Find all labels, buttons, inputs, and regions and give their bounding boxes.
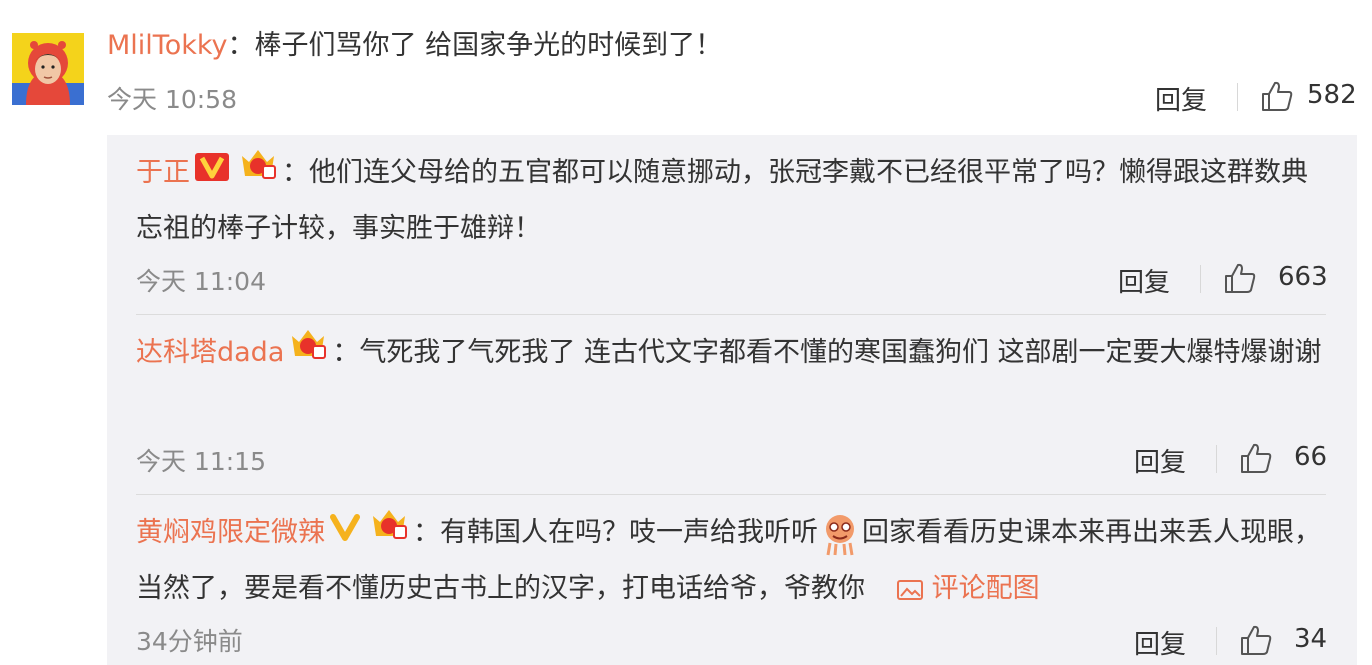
main-comment-time: 今天 10:58 bbox=[107, 85, 237, 114]
thumbs-up-icon[interactable] bbox=[1239, 623, 1273, 657]
image-icon bbox=[896, 579, 923, 600]
avatar-image bbox=[12, 33, 84, 105]
reply-2-time: 今天 11:15 bbox=[136, 447, 266, 476]
reply-3-time: 34分钟前 bbox=[136, 627, 243, 656]
reply-2-like-count: 66 bbox=[1294, 442, 1328, 472]
thumbs-up-icon[interactable] bbox=[1239, 441, 1273, 475]
verified-v-icon bbox=[194, 146, 230, 201]
comment-image-link-label: 评论配图 bbox=[931, 573, 1040, 604]
divider-vertical bbox=[1237, 83, 1238, 111]
verified-gold-v-icon bbox=[329, 506, 361, 561]
main-comment-reply-button[interactable]: 回复 bbox=[1155, 80, 1207, 117]
reply-2-username[interactable]: 达科塔dada bbox=[136, 337, 284, 368]
reply-1-username[interactable]: 于正 bbox=[136, 157, 190, 188]
reply-3-body-before: ：有韩国人在吗？吱一声给我听听 bbox=[413, 517, 818, 548]
reply-2-reply-button[interactable]: 回复 bbox=[1134, 442, 1186, 479]
reply-3-like-count: 34 bbox=[1294, 624, 1328, 654]
member-crown-icon bbox=[288, 326, 328, 381]
reply-1-like-count: 663 bbox=[1278, 262, 1328, 292]
divider-vertical bbox=[1216, 627, 1217, 655]
main-comment-like-count: 582 bbox=[1307, 80, 1357, 110]
reply-divider bbox=[136, 314, 1326, 315]
reply-2-text: 达科塔dada ：气死我了气死我了 连古代文字都看不懂的寒国蠢狗们 这部剧一定要… bbox=[136, 325, 1331, 381]
reply-3-reply-button[interactable]: 回复 bbox=[1134, 624, 1186, 661]
thumbs-up-icon[interactable] bbox=[1223, 261, 1257, 295]
reply-1-reply-button[interactable]: 回复 bbox=[1118, 262, 1170, 299]
reply-divider bbox=[136, 494, 1326, 495]
reply-3-username[interactable]: 黄焖鸡限定微辣 bbox=[136, 517, 325, 548]
member-crown-icon bbox=[238, 146, 278, 201]
emoji-icon bbox=[820, 511, 860, 557]
reply-2-body: ：气死我了气死我了 连古代文字都看不懂的寒国蠢狗们 这部剧一定要大爆特爆谢谢 bbox=[332, 337, 1322, 368]
divider-vertical bbox=[1216, 445, 1217, 473]
avatar[interactable] bbox=[12, 33, 84, 105]
reply-1-text: 于正 ：他们连父母给的五官都可以随意挪动，张冠李戴不已经很平常了吗？懒得跟这群数… bbox=[136, 145, 1331, 256]
reply-1-body: ：他们连父母给的五官都可以随意挪动，张冠李戴不已经很平常了吗？懒得跟这群数典忘祖… bbox=[136, 157, 1308, 244]
member-crown-icon bbox=[369, 506, 409, 561]
reply-1-time: 今天 11:04 bbox=[136, 267, 266, 296]
divider-vertical bbox=[1200, 265, 1201, 293]
main-comment-username[interactable]: MlilTokky bbox=[107, 30, 228, 61]
thumbs-up-icon[interactable] bbox=[1260, 79, 1294, 113]
reply-3-text: 黄焖鸡限定微辣 ：有韩国人在吗？吱一声给我听听 回家看看历史课本来再出来丢人现眼… bbox=[136, 505, 1331, 616]
main-comment-body: ：棒子们骂你了 给国家争光的时候到了！ bbox=[227, 30, 723, 61]
comment-image-link[interactable]: 评论配图 bbox=[896, 573, 1040, 604]
main-comment-text: MlilTokky：棒子们骂你了 给国家争光的时候到了！ bbox=[107, 26, 722, 66]
